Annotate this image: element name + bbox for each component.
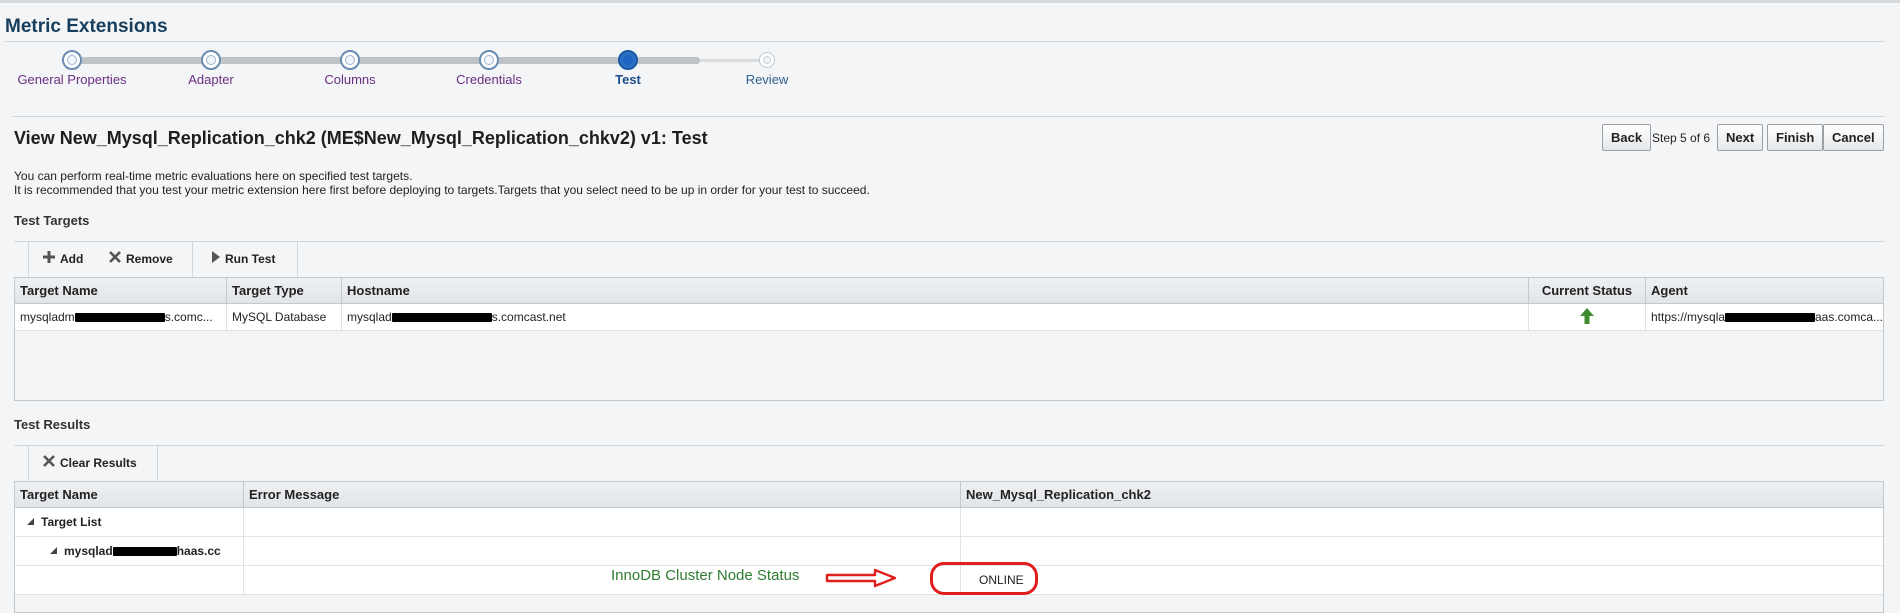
cell-target-name: mysqlad haas.cc	[15, 537, 244, 565]
remove-button[interactable]: Remove	[108, 241, 173, 277]
red-arrow-annotation	[825, 568, 897, 591]
col-target-name[interactable]: Target Name	[15, 278, 227, 303]
cell-agent: https://mysqla aas.comca...	[1646, 304, 1883, 330]
col-result-target-name[interactable]: Target Name	[15, 482, 244, 507]
page-title: View New_Mysql_Replication_chk2 (ME$New_…	[14, 128, 708, 148]
test-targets-toolbar: Add Remove Run Test	[28, 241, 298, 277]
redaction	[391, 312, 492, 322]
agent-start: https://mysqla	[1651, 310, 1726, 324]
test-targets-heading: Test Targets	[14, 213, 90, 228]
table-row[interactable]: mysqladm s.comc... MySQL Database mysqlad…	[15, 304, 1883, 331]
hostname-end: s.comcast.net	[491, 310, 566, 324]
train-stop-adapter[interactable]	[201, 50, 221, 70]
target-list-label: Target List	[41, 515, 102, 529]
col-current-status[interactable]: Current Status	[1529, 278, 1646, 303]
train-label-review[interactable]: Review	[746, 72, 789, 87]
test-results-toolbar: Clear Results	[28, 445, 158, 481]
redaction	[112, 546, 177, 556]
train-stop-review[interactable]	[759, 52, 775, 68]
test-targets-header: Target Name Target Type Hostname Current…	[15, 278, 1883, 304]
add-button[interactable]: Add	[42, 241, 83, 277]
page-description-1: You can perform real-time metric evaluat…	[14, 169, 413, 183]
collapse-triangle-icon[interactable]	[26, 515, 35, 529]
train-label-adapter[interactable]: Adapter	[188, 72, 234, 87]
cancel-button[interactable]: Cancel	[1823, 124, 1884, 151]
agent-end: aas.comca...	[1814, 310, 1883, 324]
col-error-message[interactable]: Error Message	[244, 482, 961, 507]
test-targets-table: Target Name Target Type Hostname Current…	[14, 277, 1884, 401]
close-icon	[108, 242, 122, 278]
result-target-start: mysqlad	[64, 544, 113, 558]
remove-label: Remove	[126, 252, 173, 266]
collapse-triangle-icon[interactable]	[49, 544, 58, 558]
clear-results-button[interactable]: Clear Results	[42, 445, 137, 481]
hostname-start: mysqlad	[347, 310, 392, 324]
wizard-train: General Properties Adapter Columns Crede…	[0, 50, 800, 95]
train-label-credentials[interactable]: Credentials	[456, 72, 522, 87]
app-title: Metric Extensions	[5, 16, 168, 37]
redaction	[74, 312, 165, 322]
annotation-label: InnoDB Cluster Node Status	[611, 567, 800, 584]
plus-icon	[42, 242, 56, 278]
col-metric-value[interactable]: New_Mysql_Replication_chk2	[961, 482, 1883, 507]
train-stop-general-properties[interactable]	[62, 50, 82, 70]
top-border	[0, 0, 1900, 3]
cell-target-type: MySQL Database	[227, 304, 342, 330]
test-results-header: Target Name Error Message New_Mysql_Repl…	[15, 482, 1883, 508]
cell-metric-value	[961, 508, 1883, 536]
title-divider	[5, 41, 1885, 42]
back-button[interactable]: Back	[1602, 124, 1652, 151]
train-label-test: Test	[615, 72, 641, 87]
red-oval-highlight	[930, 562, 1038, 595]
col-hostname[interactable]: Hostname	[342, 278, 1529, 303]
run-test-label: Run Test	[225, 252, 276, 266]
step-indicator: Step 5 of 6	[1652, 131, 1711, 145]
cell-target-name	[15, 566, 244, 594]
cell-error-message	[244, 537, 961, 565]
col-agent[interactable]: Agent	[1646, 278, 1883, 303]
train-label-columns[interactable]: Columns	[324, 72, 375, 87]
train-progress-line	[72, 57, 700, 64]
section-divider	[12, 116, 1885, 117]
train-stop-credentials[interactable]	[479, 50, 499, 70]
run-test-button[interactable]: Run Test	[211, 241, 275, 277]
add-label: Add	[60, 252, 84, 266]
close-icon	[42, 446, 56, 482]
train-stop-test	[618, 50, 638, 70]
cell-metric-value	[961, 537, 1883, 565]
cell-current-status	[1529, 304, 1646, 330]
next-button[interactable]: Next	[1717, 124, 1764, 151]
up-arrow-icon	[1579, 307, 1595, 328]
play-icon	[211, 242, 221, 278]
test-results-divider	[14, 445, 1885, 446]
target-name-start: mysqladm	[20, 310, 75, 324]
col-target-type[interactable]: Target Type	[227, 278, 342, 303]
page-description-2: It is recommended that you test your met…	[14, 183, 870, 197]
cell-hostname: mysqlad s.comcast.net	[342, 304, 1529, 330]
train-label-general-properties[interactable]: General Properties	[17, 72, 126, 87]
clear-results-label: Clear Results	[60, 456, 137, 470]
cell-metric-value: ONLINE	[979, 573, 1024, 587]
finish-button[interactable]: Finish	[1767, 124, 1824, 151]
target-name-end: s.comc...	[164, 310, 213, 324]
cell-target-list: Target List	[15, 508, 244, 536]
result-target-end: haas.cc	[176, 544, 221, 558]
train-stop-columns[interactable]	[340, 50, 360, 70]
cell-target-name: mysqladm s.comc...	[15, 304, 227, 330]
train-remaining-line	[700, 59, 768, 62]
redaction	[1725, 312, 1815, 322]
table-row[interactable]: Target List	[15, 508, 1883, 537]
cell-error-message	[244, 508, 961, 536]
toolbar-separator	[192, 241, 193, 277]
test-results-heading: Test Results	[14, 417, 91, 432]
